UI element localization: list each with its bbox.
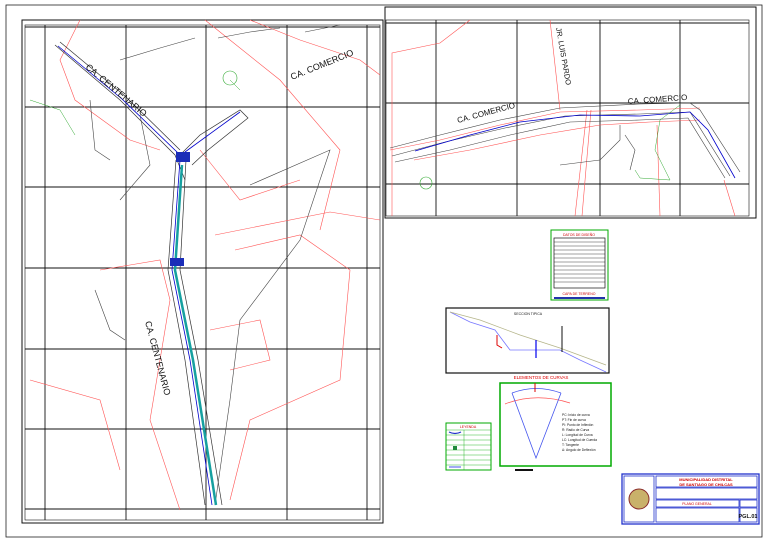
left-plan-view: CA. CENTENARIO CA. CENTENARIO CA. COMERC…	[21, 19, 384, 524]
structure-marker	[170, 258, 184, 266]
street-label-centenario-mid: CA. CENTENARIO	[143, 320, 172, 396]
typical-section: SECCION TIPICA	[445, 307, 610, 374]
curves-title: ELEMENTOS DE CURVAS	[514, 375, 569, 380]
section-title: SECCION TIPICA	[514, 312, 543, 316]
title-block: MUNICIPALIDAD DISTRITAL DE SANTIAGO DE C…	[621, 473, 760, 525]
drawing-sheet: CA. CENTENARIO CA. CENTENARIO CA. COMERC…	[5, 4, 763, 538]
curve-item: Δ: Angulo de Deflexión	[562, 448, 596, 452]
design-table-title: DATOS DE DISEÑO	[563, 232, 595, 237]
sheet-code: PGL.01	[739, 514, 758, 520]
road-alignment	[54, 41, 249, 506]
road-edges	[389, 102, 741, 179]
right-plan-view: CA. COMERCIO CA. COMERCIO JR. LUIS PARDO	[384, 6, 757, 219]
curve-item: T: Tangente	[562, 443, 579, 447]
sheet-border	[5, 4, 763, 538]
scale-bar	[515, 469, 533, 471]
coordinate-grid	[25, 25, 380, 520]
design-data-table: DATOS DE DISEÑO CAPA DE TERRENO	[550, 229, 609, 301]
design-table-subtitle: CAPA DE TERRENO	[563, 292, 596, 296]
bench-mark-circle	[419, 176, 433, 190]
canal-line	[173, 164, 218, 506]
sheet-title: PLANO GENERAL	[682, 502, 712, 506]
legend: LEYENDA	[445, 422, 492, 471]
legend-title: LEYENDA	[460, 425, 477, 429]
curve-elements-diagram: ELEMENTOS DE CURVAS PC: Inicio de curva …	[499, 375, 612, 471]
street-label-comercio-2: CA. COMERCIO	[628, 93, 688, 106]
street-label-luis-pardo: JR. LUIS PARDO	[554, 27, 573, 86]
curve-item: R: Radio de Curva	[562, 428, 589, 432]
institution-name-2: DE SANTIAGO DE CHILCAS	[679, 482, 733, 487]
bench-mark-circle	[222, 70, 238, 86]
municipality-seal-logo	[628, 488, 650, 510]
curve-item: LC: Longitud de Cuerda	[562, 438, 597, 442]
curve-item: L: Longitud de Curva	[562, 433, 593, 437]
street-label-comercio-1: CA. COMERCIO	[456, 101, 516, 125]
structure-marker	[176, 152, 190, 162]
street-label-centenario-top: CA. CENTENARIO	[84, 62, 149, 119]
curve-item: PT: Fin de curva	[562, 418, 586, 422]
curve-item: PI: Punto de Inflexión	[562, 423, 594, 427]
curve-item: PC: Inicio de curva	[562, 413, 590, 417]
street-label-comercio-left: CA. COMERCIO	[289, 47, 355, 81]
